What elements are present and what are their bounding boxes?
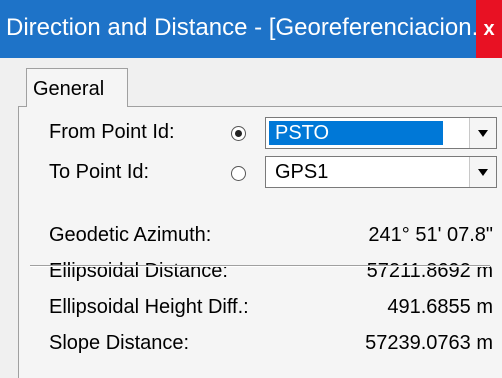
radio-selected-dot [235, 130, 242, 137]
close-button[interactable]: x [476, 0, 502, 58]
divider [30, 265, 490, 267]
from-point-label: From Point Id: [49, 121, 175, 143]
azimuth-value: 241° 51' 07.8" [368, 224, 493, 246]
general-panel: From Point Id: PSTO To Point Id: GPS1 Ge… [18, 106, 502, 378]
height-diff-value: 491.6855 m [387, 296, 493, 318]
ellipsoidal-distance-label: Ellipsoidal Distance: [49, 260, 228, 282]
to-point-label: To Point Id: [49, 161, 150, 183]
to-point-radio[interactable] [231, 166, 246, 181]
azimuth-label: Geodetic Azimuth: [49, 224, 212, 246]
from-point-value: PSTO [269, 121, 443, 145]
from-point-select[interactable]: PSTO [265, 117, 497, 149]
height-diff-label: Ellipsoidal Height Diff.: [49, 296, 249, 318]
to-point-select[interactable]: GPS1 [265, 156, 497, 188]
to-point-dropdown-button[interactable] [469, 157, 496, 187]
chevron-down-icon [478, 130, 488, 137]
from-point-dropdown-button[interactable] [469, 118, 496, 148]
to-point-value: GPS1 [275, 161, 329, 183]
title-bar[interactable]: Direction and Distance - [Georeferenciac… [0, 0, 502, 58]
from-point-radio[interactable] [231, 126, 246, 141]
window-title: Direction and Distance - [Georeferenciac… [6, 14, 492, 41]
chevron-down-icon [478, 169, 488, 176]
tab-general-label: General [33, 78, 105, 100]
ellipsoidal-distance-value: 57211.8692 m [366, 260, 493, 282]
slope-distance-value: 57239.0763 m [365, 332, 493, 354]
close-icon: x [483, 18, 495, 40]
tab-general[interactable]: General [26, 68, 128, 107]
dialog-body: General From Point Id: PSTO To Point Id:… [0, 58, 502, 378]
slope-distance-label: Slope Distance: [49, 332, 190, 354]
